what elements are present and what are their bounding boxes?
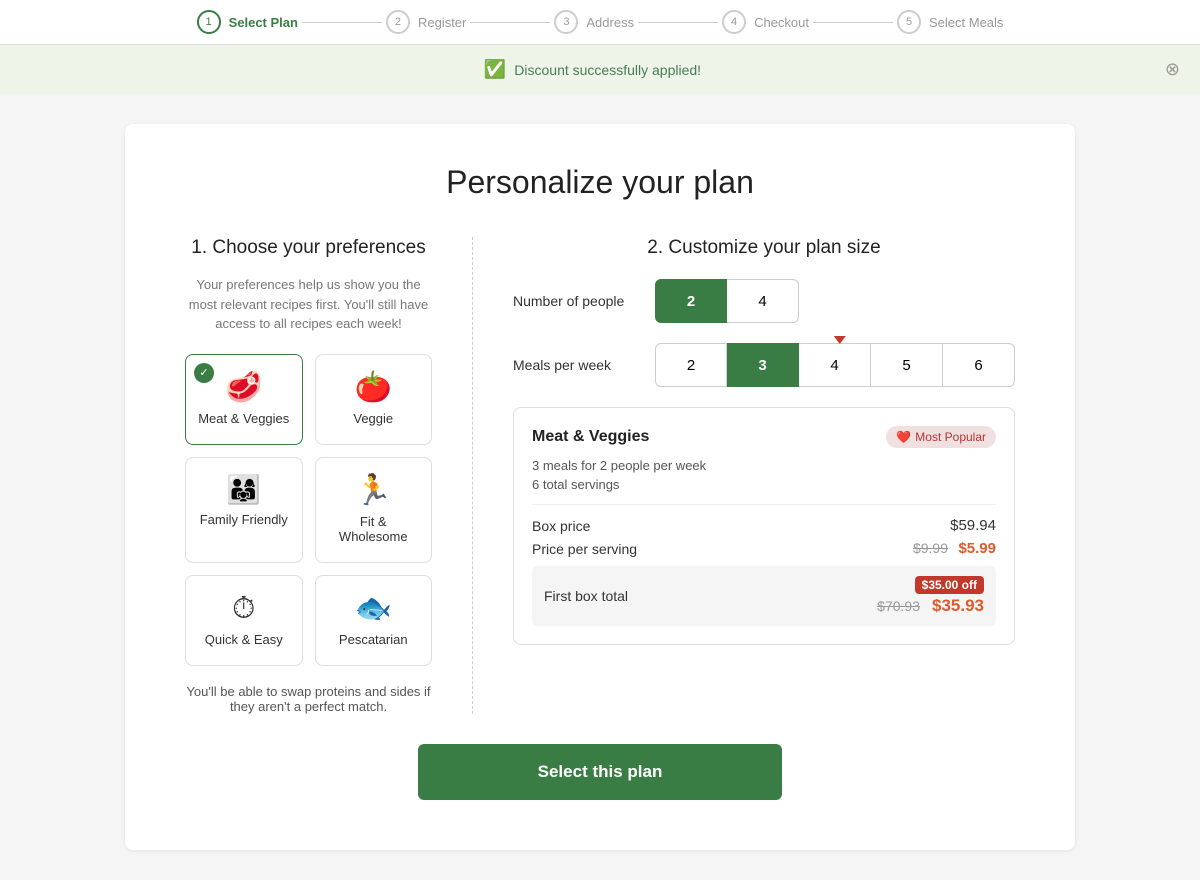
veggie-icon: 🍅 [355, 373, 392, 403]
meat-veggies-icon: 🥩 [225, 373, 262, 403]
banner-content: ✅ Discount successfully applied! [484, 59, 701, 80]
veggie-label: Veggie [353, 411, 393, 426]
fit-wholesome-label: Fit & Wholesome [328, 514, 420, 544]
people-buttons: 2 4 [655, 279, 799, 323]
step-5[interactable]: 5 Select Meals [897, 10, 1003, 34]
price-per-serving-original: $9.99 [913, 540, 948, 556]
step-line-4 [813, 22, 893, 23]
first-box-amounts: $70.93 $35.93 [877, 596, 984, 616]
off-badge: $35.00 off [915, 576, 984, 594]
page-title: Personalize your plan [185, 164, 1015, 201]
step-1[interactable]: 1 Select Plan [197, 10, 298, 34]
two-column-layout: 1. Choose your preferences Your preferen… [185, 237, 1015, 714]
pescatarian-label: Pescatarian [339, 632, 408, 647]
summary-divider [532, 504, 996, 505]
meals-description: 3 meals for 2 people per week [532, 458, 996, 473]
header: 1 Select Plan 2 Register 3 Address 4 Che… [0, 0, 1200, 45]
preferences-title: 1. Choose your preferences [185, 237, 432, 259]
preferences-grid: ✓ 🥩 Meat & Veggies 🍅 Veggie 👨‍👩‍👧 Family… [185, 354, 432, 666]
first-box-original: $70.93 [877, 598, 920, 614]
box-price-label: Box price [532, 518, 590, 534]
meals-buttons: 2 3 4 5 6 [655, 343, 1015, 387]
heart-icon: ❤️ [896, 430, 911, 444]
people-2-button[interactable]: 2 [655, 279, 727, 323]
first-box-row: First box total $35.00 off $70.93 $35.93 [532, 566, 996, 626]
step-3-label: Address [586, 15, 634, 30]
most-popular-badge: ❤️ Most Popular [886, 426, 996, 448]
select-button-wrapper: Select this plan [185, 744, 1015, 800]
step-line-1 [302, 22, 382, 23]
total-servings: 6 total servings [532, 477, 996, 492]
pref-card-meat-veggies[interactable]: ✓ 🥩 Meat & Veggies [185, 354, 303, 445]
swap-note: You'll be able to swap proteins and side… [185, 684, 432, 714]
meals-5-button[interactable]: 5 [871, 343, 943, 387]
meals-6-button[interactable]: 6 [943, 343, 1015, 387]
steps-nav: 1 Select Plan 2 Register 3 Address 4 Che… [197, 10, 1004, 34]
meals-buttons-container: 2 3 4 5 6 [655, 343, 1015, 387]
family-icon: 👨‍👩‍👧 [226, 476, 261, 504]
first-box-label: First box total [544, 588, 628, 604]
preferences-hint: Your preferences help us show you the mo… [185, 275, 432, 334]
meals-per-week-row: Meals per week 2 3 4 5 6 [513, 343, 1015, 387]
price-per-serving-label: Price per serving [532, 541, 637, 557]
step-4[interactable]: 4 Checkout [722, 10, 809, 34]
banner-message: Discount successfully applied! [514, 62, 701, 78]
meals-4-button[interactable]: 4 [799, 343, 871, 387]
quick-easy-label: Quick & Easy [205, 632, 283, 647]
main-content: Personalize your plan 1. Choose your pre… [125, 124, 1075, 850]
pescatarian-icon: 🐟 [355, 594, 392, 624]
people-4-button[interactable]: 4 [727, 279, 799, 323]
meals-per-week-label: Meals per week [513, 357, 643, 373]
meat-veggies-label: Meat & Veggies [198, 411, 289, 426]
step-2[interactable]: 2 Register [386, 10, 466, 34]
step-1-label: Select Plan [229, 15, 298, 30]
step-5-circle: 5 [897, 10, 921, 34]
number-of-people-label: Number of people [513, 293, 643, 309]
customize-section: 2. Customize your plan size Number of pe… [513, 237, 1015, 714]
pref-card-veggie[interactable]: 🍅 Veggie [315, 354, 433, 445]
step-3[interactable]: 3 Address [554, 10, 634, 34]
price-per-serving-discounted: $5.99 [958, 540, 996, 557]
customize-title: 2. Customize your plan size [513, 237, 1015, 259]
pref-card-fit-wholesome[interactable]: 🏃 Fit & Wholesome [315, 457, 433, 563]
step-5-label: Select Meals [929, 15, 1003, 30]
discount-banner: ✅ Discount successfully applied! ⊗ [0, 45, 1200, 94]
meals-3-button[interactable]: 3 [727, 343, 799, 387]
price-per-serving-values: $9.99 $5.99 [913, 540, 996, 558]
pref-card-quick-easy[interactable]: ⏱ Quick & Easy [185, 575, 303, 666]
pref-card-pescatarian[interactable]: 🐟 Pescatarian [315, 575, 433, 666]
first-box-prices: $35.00 off $70.93 $35.93 [877, 576, 984, 616]
number-of-people-row: Number of people 2 4 [513, 279, 1015, 323]
step-2-label: Register [418, 15, 466, 30]
step-1-circle: 1 [197, 10, 221, 34]
pref-card-family-friendly[interactable]: 👨‍👩‍👧 Family Friendly [185, 457, 303, 563]
family-friendly-label: Family Friendly [200, 512, 288, 527]
summary-plan-name: Meat & Veggies [532, 428, 649, 446]
summary-header: Meat & Veggies ❤️ Most Popular [532, 426, 996, 448]
box-price-row: Box price $59.94 [532, 517, 996, 534]
step-4-circle: 4 [722, 10, 746, 34]
step-4-label: Checkout [754, 15, 809, 30]
meals-2-button[interactable]: 2 [655, 343, 727, 387]
meals-indicator [834, 331, 846, 349]
price-per-serving-row: Price per serving $9.99 $5.99 [532, 540, 996, 558]
quick-icon: ⏱ [232, 594, 255, 624]
banner-close-button[interactable]: ⊗ [1165, 59, 1180, 80]
summary-box: Meat & Veggies ❤️ Most Popular 3 meals f… [513, 407, 1015, 645]
preferences-section: 1. Choose your preferences Your preferen… [185, 237, 473, 714]
step-2-circle: 2 [386, 10, 410, 34]
step-3-circle: 3 [554, 10, 578, 34]
step-line-3 [638, 22, 718, 23]
selected-check-icon: ✓ [194, 363, 214, 383]
first-box-discounted: $35.93 [932, 596, 984, 616]
fit-icon: 🏃 [355, 476, 392, 506]
select-plan-button[interactable]: Select this plan [418, 744, 783, 800]
check-circle-icon: ✅ [484, 59, 506, 80]
step-line-2 [470, 22, 550, 23]
box-price-value: $59.94 [950, 517, 996, 534]
